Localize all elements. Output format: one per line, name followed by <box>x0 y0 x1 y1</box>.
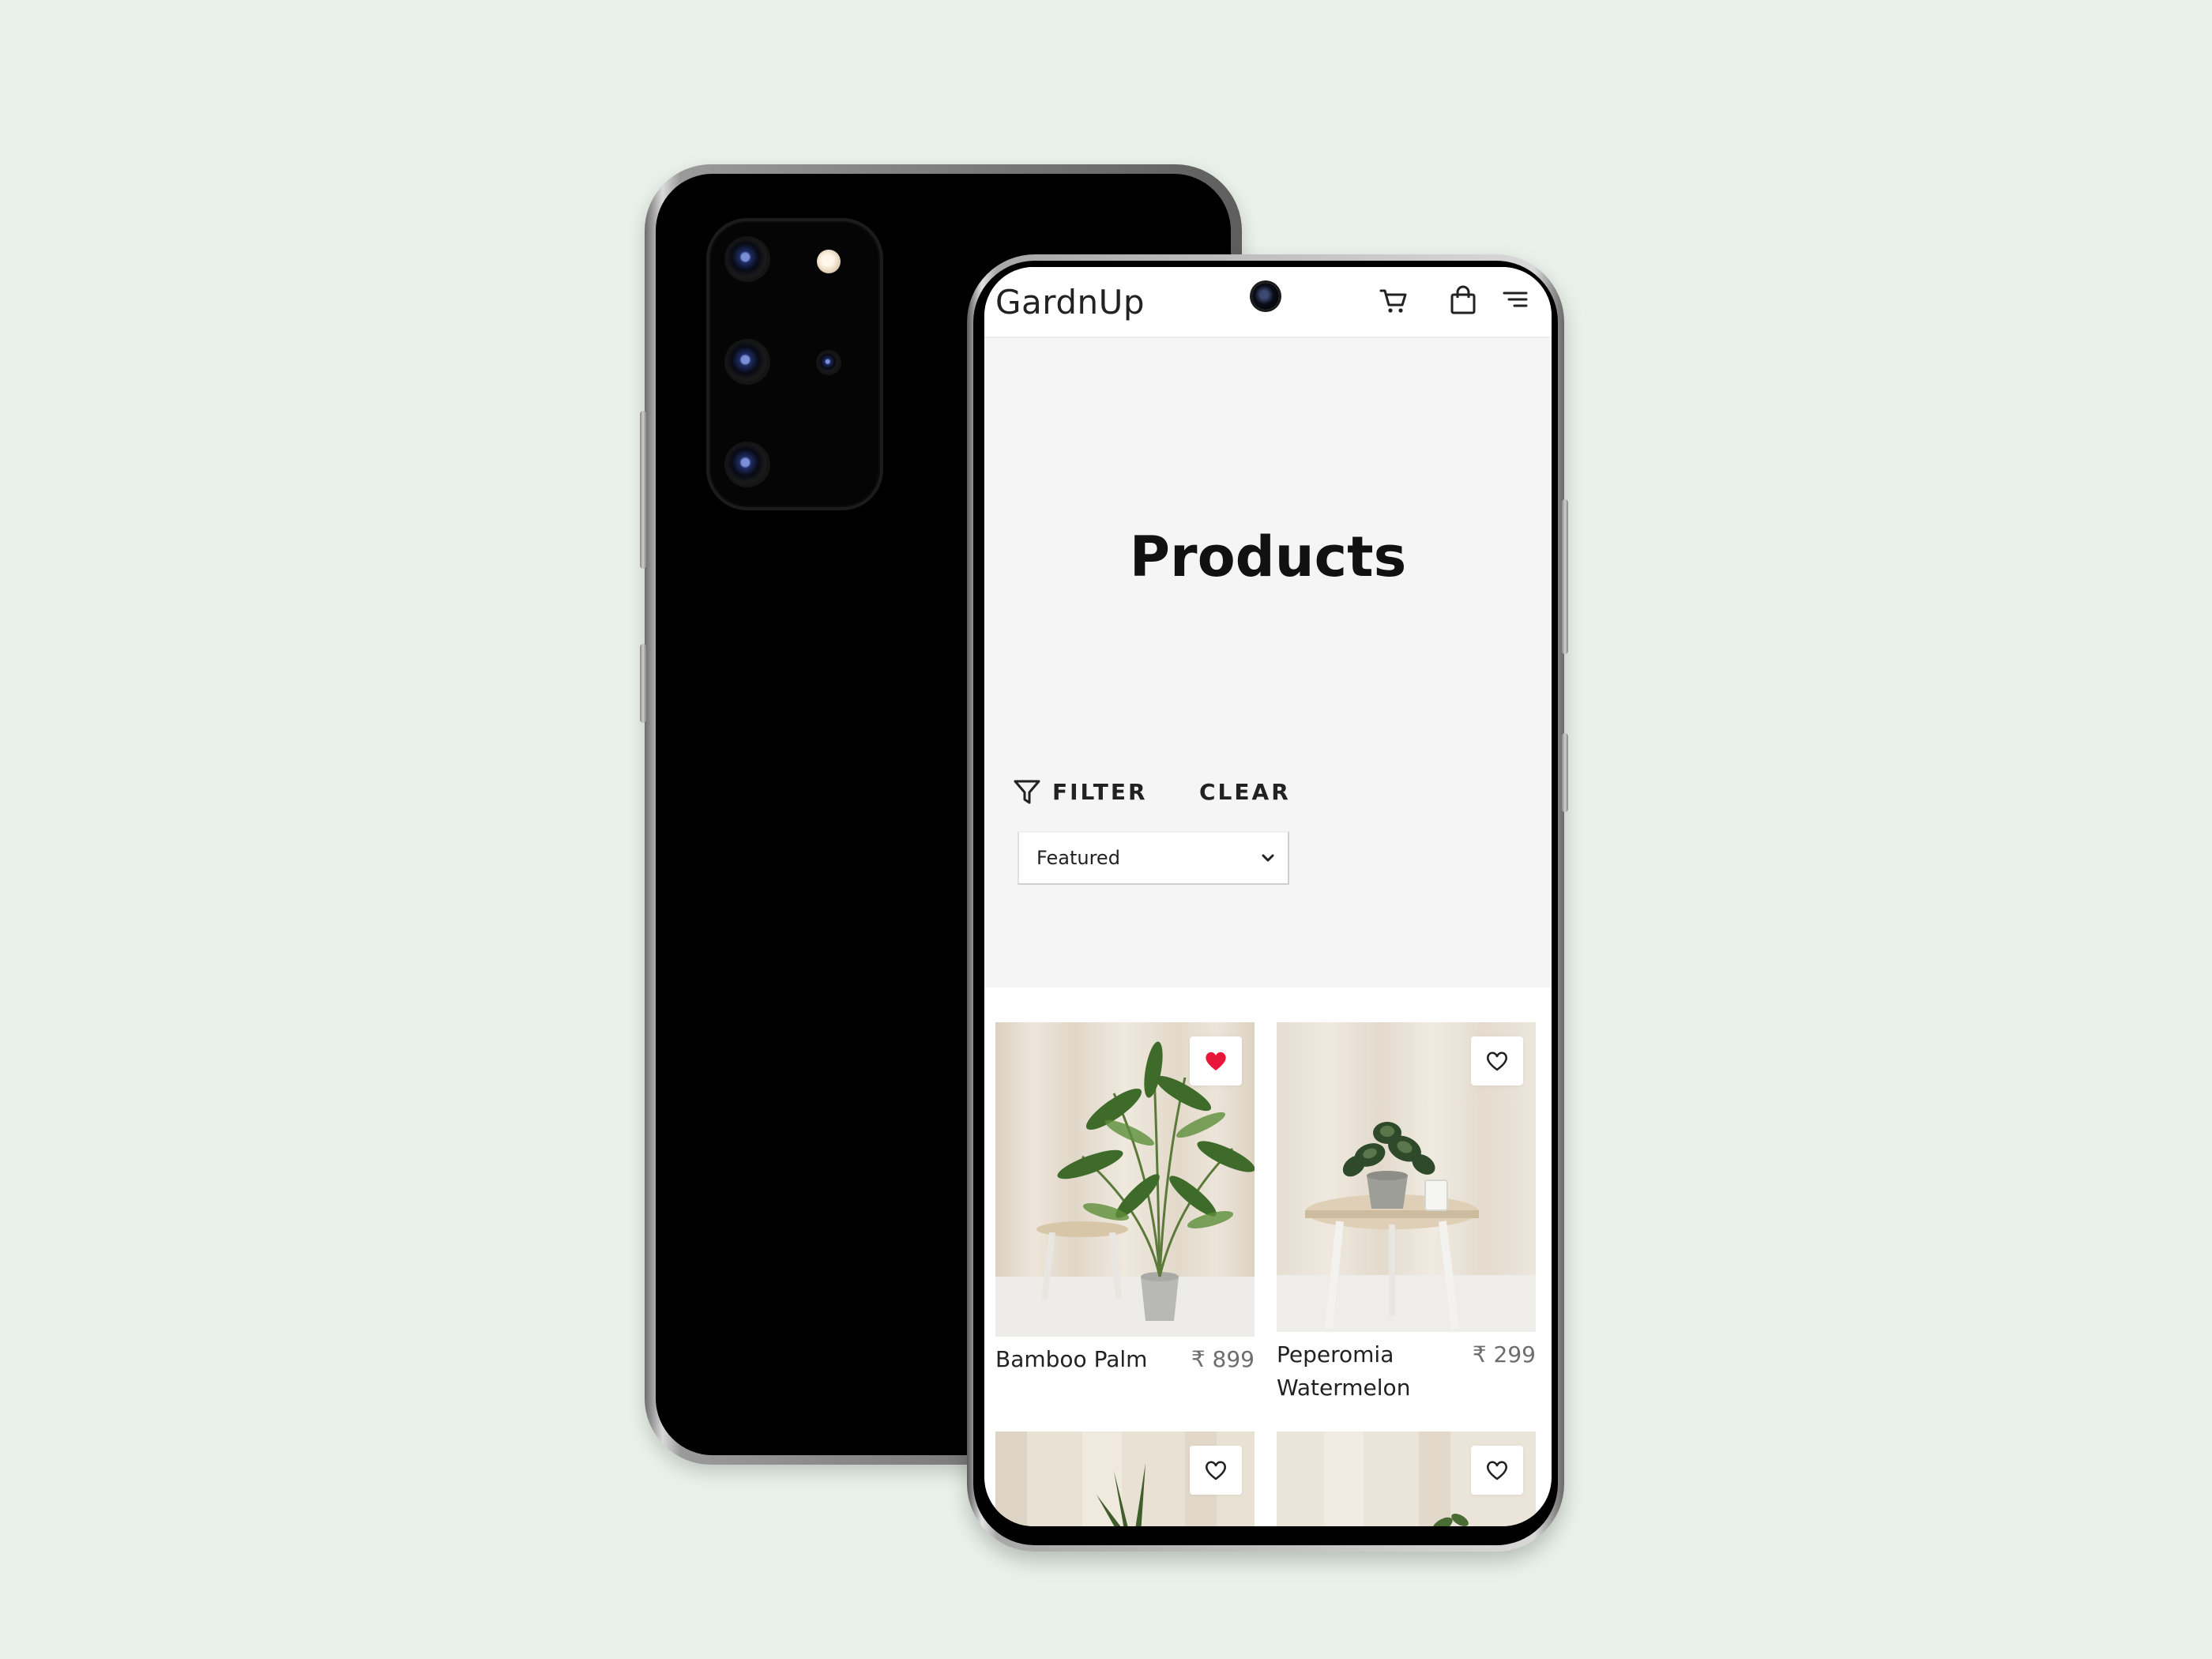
front-phone-side-button <box>1562 499 1568 654</box>
chevron-down-icon <box>1262 854 1274 862</box>
brand-logo[interactable]: GardnUp <box>995 283 1145 322</box>
heart-filled-icon <box>1206 1051 1226 1070</box>
heart-outline-icon <box>1487 1461 1507 1480</box>
product-image[interactable] <box>995 1431 1255 1526</box>
heart-outline-icon <box>1487 1051 1507 1071</box>
wishlist-button[interactable] <box>1471 1036 1523 1085</box>
camera-lens-icon <box>727 341 768 382</box>
product-info: Bamboo Palm ₹ 899 <box>995 1343 1255 1390</box>
product-name[interactable]: Peperomia Watermelon <box>1277 1338 1410 1405</box>
back-phone-side-button <box>640 644 646 723</box>
product-price: ₹ 299 <box>1472 1341 1536 1367</box>
product-info: Peperomia Watermelon ₹ 299 <box>1277 1338 1536 1409</box>
front-camera-icon <box>1252 283 1279 310</box>
product-image[interactable] <box>995 1022 1255 1337</box>
product-card[interactable] <box>995 1022 1255 1337</box>
wishlist-button[interactable] <box>1471 1446 1523 1495</box>
rear-camera-module <box>706 218 883 510</box>
product-card[interactable] <box>1277 1431 1536 1526</box>
sort-selected-value: Featured <box>1036 847 1120 869</box>
flash-icon <box>817 250 841 273</box>
filter-button[interactable]: FILTER <box>1011 769 1148 814</box>
back-phone-side-button <box>640 411 646 569</box>
clear-label: CLEAR <box>1199 778 1291 805</box>
sort-select[interactable]: Featured <box>1018 831 1289 885</box>
wishlist-button[interactable] <box>1190 1446 1242 1495</box>
product-image[interactable] <box>1277 1431 1536 1526</box>
product-name[interactable]: Bamboo Palm <box>995 1343 1147 1376</box>
product-price: ₹ 899 <box>1191 1346 1255 1372</box>
front-phone-side-button <box>1562 733 1568 812</box>
product-image[interactable] <box>1277 1022 1536 1332</box>
funnel-icon <box>1014 780 1040 804</box>
sensor-icon <box>818 352 839 373</box>
wishlist-button[interactable] <box>1190 1036 1242 1085</box>
heart-outline-icon <box>1206 1461 1226 1480</box>
product-card[interactable] <box>1277 1022 1536 1332</box>
filter-label: FILTER <box>1052 778 1148 805</box>
page-hero: Products <box>984 338 1552 988</box>
camera-lens-icon <box>727 444 768 485</box>
camera-lens-icon <box>727 239 768 280</box>
cart-icon[interactable] <box>1376 283 1411 318</box>
clear-filters-button[interactable]: CLEAR <box>1199 769 1291 814</box>
product-card[interactable] <box>995 1431 1255 1526</box>
shopping-bag-icon[interactable] <box>1446 283 1480 318</box>
phone-screen: GardnUp Products FILTER CLEAR Featured B… <box>984 267 1552 1526</box>
menu-icon[interactable] <box>1498 283 1533 318</box>
page-title: Products <box>1129 525 1407 589</box>
